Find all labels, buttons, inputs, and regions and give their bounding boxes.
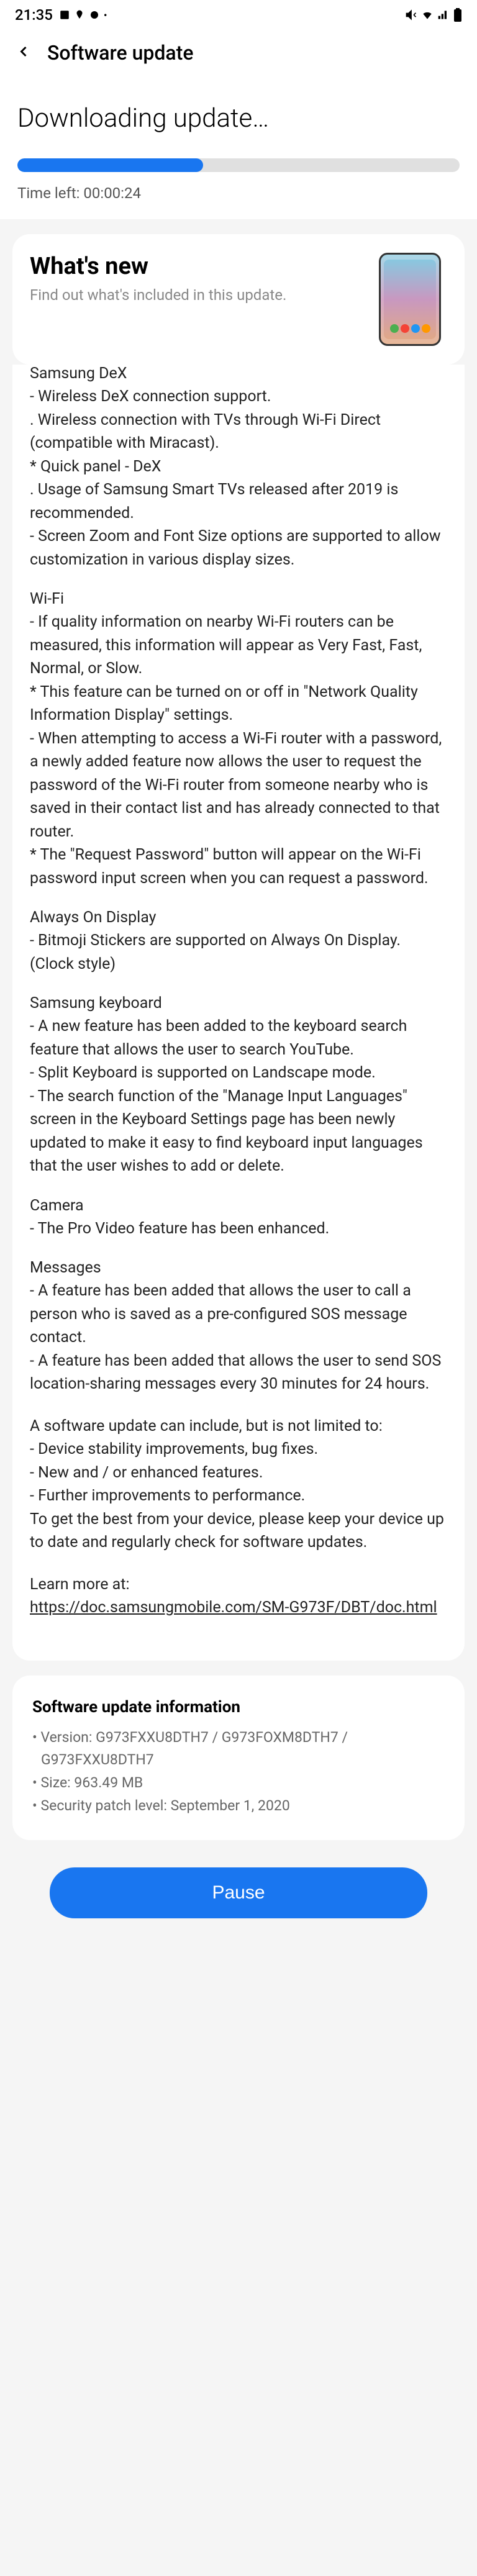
status-time: 21:35 — [15, 6, 53, 24]
section-item: * The "Request Password" button will app… — [30, 843, 447, 890]
status-bar: 21:35 • — [0, 0, 477, 29]
download-section: Downloading update… Time left: 00:00:24 — [0, 81, 477, 219]
pause-button[interactable]: Pause — [50, 1867, 427, 1918]
section-item: * Quick panel - DeX — [30, 455, 447, 479]
page-title: Software update — [47, 41, 193, 65]
section-item: - The search function of the "Manage Inp… — [30, 1085, 447, 1178]
section-item: - A feature has been added that allows t… — [30, 1349, 447, 1396]
section-item: - A new feature has been added to the ke… — [30, 1015, 447, 1061]
section-title: Camera — [30, 1197, 447, 1215]
section-title: Samsung keyboard — [30, 994, 447, 1012]
section-item: To get the best from your device, please… — [30, 1508, 447, 1554]
section-item: * This feature can be turned on or off i… — [30, 681, 447, 727]
section-item: - Bitmoji Stickers are supported on Alwa… — [30, 929, 447, 976]
release-notes: Samsung DeX - Wireless DeX connection su… — [12, 365, 465, 1661]
wifi-icon — [421, 9, 434, 21]
back-icon[interactable] — [15, 40, 32, 66]
info-patch: • Security patch level: September 1, 202… — [32, 1795, 445, 1818]
section-title: Wi-Fi — [30, 590, 447, 608]
whats-new-subtitle: Find out what's included in this update. — [30, 285, 348, 306]
progress-fill — [17, 158, 203, 172]
section-item: - Wireless DeX connection support. — [30, 385, 447, 409]
section-item: - Device stability improvements, bug fix… — [30, 1438, 447, 1461]
mute-icon — [405, 9, 417, 21]
signal-icon — [437, 9, 450, 21]
info-size: • Size: 963.49 MB — [32, 1772, 445, 1795]
button-bar: Pause — [0, 1855, 477, 1943]
battery-icon — [453, 8, 462, 22]
header: Software update — [0, 29, 477, 81]
status-left-icons: • — [59, 9, 107, 21]
status-right-icons — [405, 8, 462, 22]
progress-bar — [17, 158, 460, 172]
whats-new-card: What's new Find out what's included in t… — [12, 234, 465, 365]
time-left: Time left: 00:00:24 — [17, 184, 460, 202]
section-item: . Wireless connection with TVs through W… — [30, 409, 447, 455]
section-item: - Screen Zoom and Font Size options are … — [30, 525, 447, 571]
info-title: Software update information — [32, 1698, 445, 1717]
phone-image — [360, 253, 447, 346]
section-title: Always On Display — [30, 909, 447, 927]
learn-more-link[interactable]: https://doc.samsungmobile.com/SM-G973F/D… — [30, 1596, 447, 1620]
section-item: - When attempting to access a Wi-Fi rout… — [30, 727, 447, 844]
section-item: - New and / or enhanced features. — [30, 1461, 447, 1485]
learn-more-label: Learn more at: — [30, 1573, 447, 1597]
section-item: - The Pro Video feature has been enhance… — [30, 1217, 447, 1241]
section-item: - Split Keyboard is supported on Landsca… — [30, 1061, 447, 1085]
section-item: A software update can include, but is no… — [30, 1415, 447, 1438]
section-title: Samsung DeX — [30, 365, 447, 383]
section-item: - Further improvements to performance. — [30, 1484, 447, 1508]
section-title: Messages — [30, 1259, 447, 1277]
info-version-cont: G973FXXU8DTH7 — [32, 1749, 445, 1772]
section-item: - If quality information on nearby Wi-Fi… — [30, 610, 447, 681]
info-version: • Version: G973FXXU8DTH7 / G973FOXM8DTH7… — [32, 1726, 445, 1749]
download-title: Downloading update… — [17, 103, 460, 134]
section-item: . Usage of Samsung Smart TVs released af… — [30, 478, 447, 525]
whats-new-title: What's new — [30, 253, 348, 280]
section-item: - A feature has been added that allows t… — [30, 1279, 447, 1349]
update-info-card: Software update information • Version: G… — [12, 1676, 465, 1840]
